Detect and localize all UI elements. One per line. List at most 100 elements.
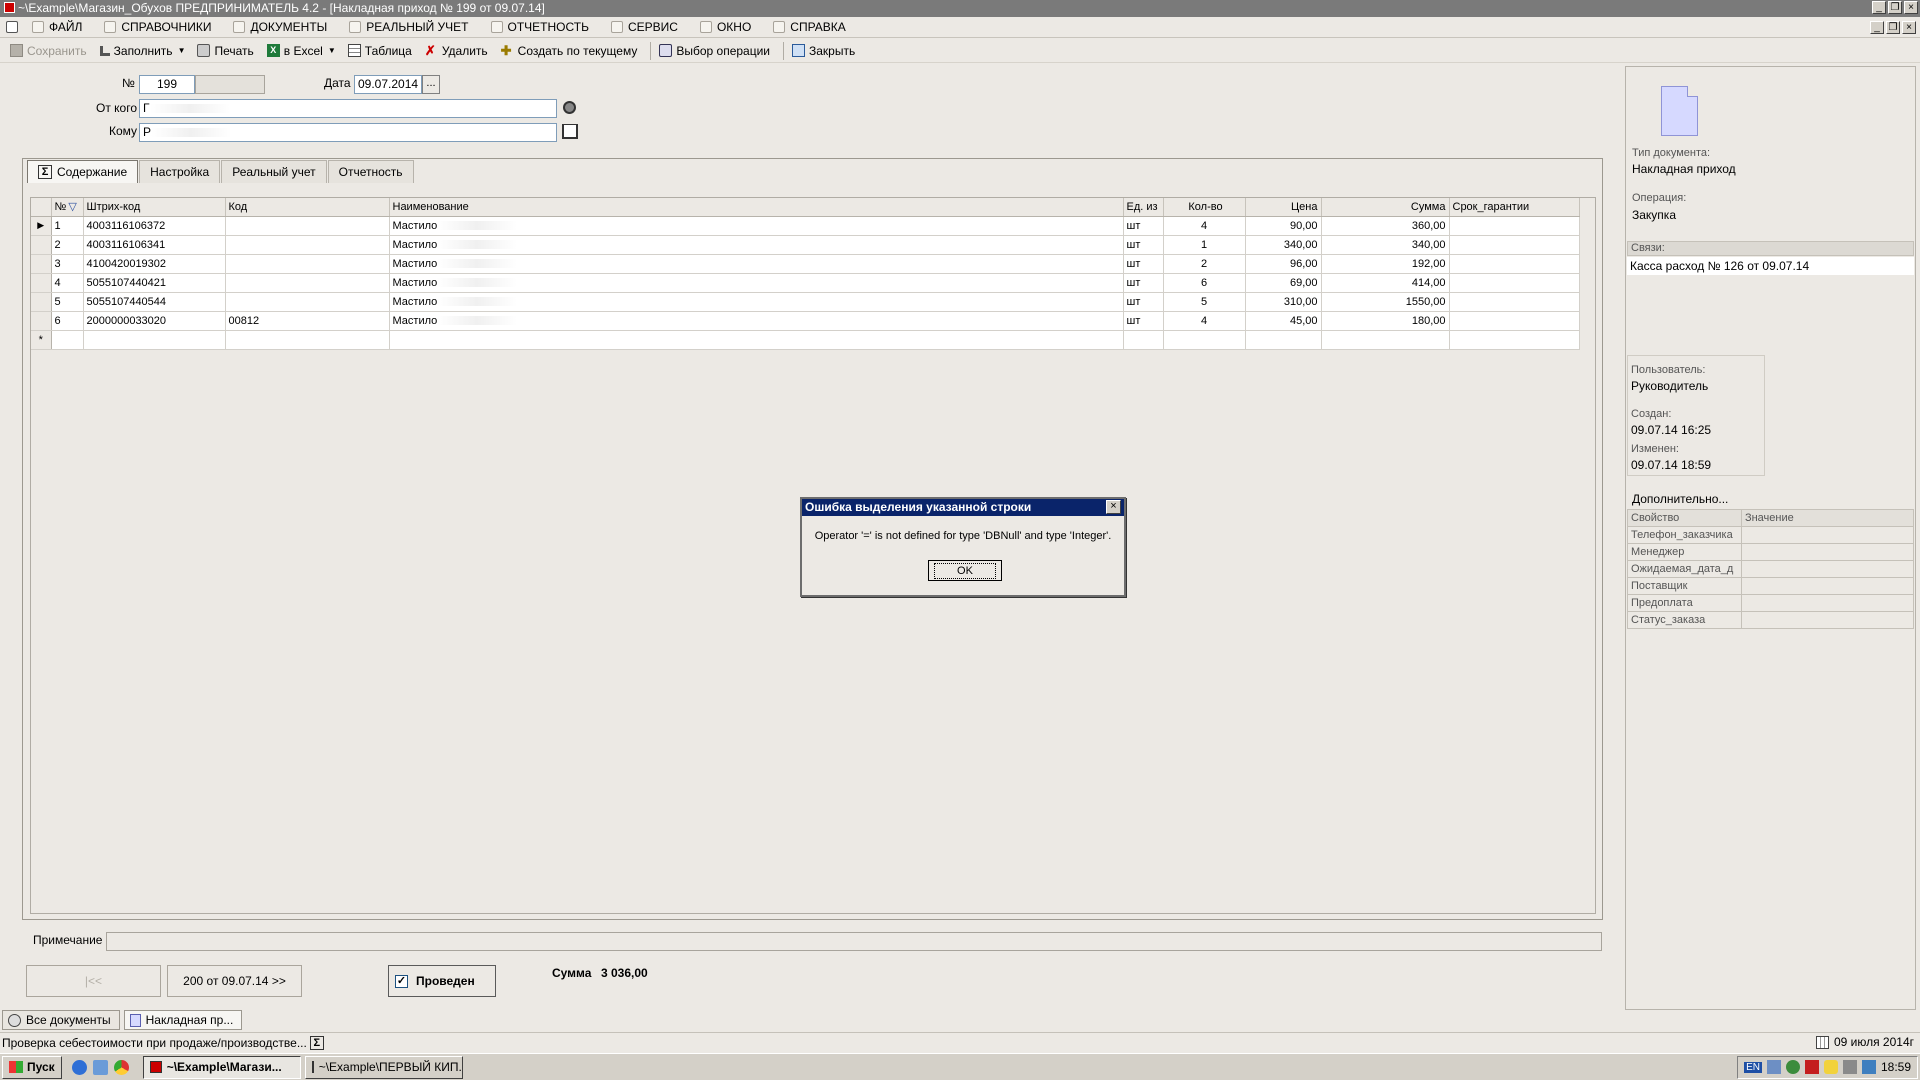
col-warranty[interactable]: Срок_гарантии: [1449, 198, 1580, 217]
choose-operation-button[interactable]: Выбор операции: [655, 41, 779, 61]
taskbar-app-magazin[interactable]: ~\Example\Магази...: [142, 1055, 301, 1079]
excel-button[interactable]: Xв Excel: [263, 41, 332, 61]
from-lookup-icon[interactable]: [563, 101, 576, 114]
cell-number[interactable]: 5: [51, 292, 84, 312]
cell-number[interactable]: 4: [51, 273, 84, 293]
status-sigma-icon[interactable]: Σ: [309, 1035, 324, 1050]
explorer-icon[interactable]: [92, 1059, 108, 1075]
new-row-cell[interactable]: [83, 330, 226, 350]
new-row[interactable]: *: [31, 330, 1580, 350]
new-row-cell[interactable]: [225, 330, 390, 350]
property-value[interactable]: [1740, 611, 1915, 629]
cell-sum[interactable]: 192,00: [1321, 254, 1450, 274]
cell-name[interactable]: Мастило: [389, 235, 1124, 255]
tab-content[interactable]: Σ Содержание: [27, 160, 139, 183]
cell-warranty[interactable]: [1449, 273, 1580, 293]
col-code[interactable]: Код: [225, 198, 390, 217]
more-link[interactable]: Дополнительно...: [1632, 492, 1728, 506]
cell-sum[interactable]: 360,00: [1321, 216, 1450, 236]
property-value[interactable]: [1740, 560, 1915, 578]
table-row[interactable]: ▶ 1 4003116106372 Мастило шт 4 90,00 360,00: [31, 216, 1580, 236]
fill-button[interactable]: Заполнить: [96, 41, 182, 61]
cell-barcode[interactable]: 4003116106372: [83, 216, 226, 236]
cell-unit[interactable]: шт: [1123, 254, 1164, 274]
cell-warranty[interactable]: [1449, 254, 1580, 274]
cell-unit[interactable]: шт: [1123, 273, 1164, 293]
minimize-button[interactable]: _: [1872, 1, 1886, 14]
new-row-cell[interactable]: [1163, 330, 1246, 350]
menu-window[interactable]: ОКНО: [692, 20, 765, 34]
cell-price[interactable]: 96,00: [1245, 254, 1322, 274]
link-item[interactable]: Касса расход № 126 от 09.07.14: [1627, 257, 1914, 275]
cell-qty[interactable]: 2: [1163, 254, 1246, 274]
menu-service[interactable]: СЕРВИС: [603, 20, 692, 34]
close-button[interactable]: Закрыть: [788, 41, 864, 61]
doc-tab-all[interactable]: Все документы: [2, 1010, 120, 1030]
cell-unit[interactable]: шт: [1123, 311, 1164, 331]
cell-sum[interactable]: 1550,00: [1321, 292, 1450, 312]
menu-reports[interactable]: ОТЧЕТНОСТЬ: [483, 20, 603, 34]
cell-code[interactable]: [225, 273, 390, 293]
cell-code[interactable]: [225, 254, 390, 274]
cell-price[interactable]: 69,00: [1245, 273, 1322, 293]
mdi-restore-button[interactable]: ❐: [1886, 20, 1900, 34]
new-row-cell[interactable]: [1123, 330, 1164, 350]
close-window-button[interactable]: ×: [1904, 1, 1918, 14]
property-row[interactable]: Поставщик: [1627, 577, 1915, 595]
row-selector[interactable]: [31, 311, 52, 331]
new-row-cell[interactable]: [51, 330, 84, 350]
new-row-cell[interactable]: [1321, 330, 1450, 350]
date-field[interactable]: 09.07.2014: [354, 75, 422, 94]
note-field[interactable]: [106, 932, 1602, 951]
cell-number[interactable]: 1: [51, 216, 84, 236]
cell-name[interactable]: Мастило: [389, 292, 1124, 312]
excel-dropdown-arrow[interactable]: ▼: [328, 46, 336, 55]
display-icon[interactable]: [1842, 1060, 1857, 1074]
posted-checkbox[interactable]: ✓ Проведен: [388, 965, 496, 997]
cell-price[interactable]: 90,00: [1245, 216, 1322, 236]
restore-button[interactable]: ❐: [1888, 1, 1902, 14]
from-field[interactable]: Г: [139, 99, 557, 118]
property-value[interactable]: [1740, 594, 1915, 612]
new-doc-icon[interactable]: [0, 21, 24, 33]
cell-barcode[interactable]: 2000000033020: [83, 311, 226, 331]
col-qty[interactable]: Кол-во: [1163, 198, 1246, 217]
cell-warranty[interactable]: [1449, 235, 1580, 255]
cell-code[interactable]: [225, 235, 390, 255]
cell-code[interactable]: [225, 216, 390, 236]
to-home-icon[interactable]: [562, 124, 578, 139]
menu-file[interactable]: ФАЙЛ: [24, 20, 96, 34]
pdf-icon[interactable]: [1804, 1060, 1819, 1074]
property-row[interactable]: Телефон_заказчика: [1627, 526, 1915, 544]
cell-warranty[interactable]: [1449, 216, 1580, 236]
property-value[interactable]: [1740, 543, 1915, 561]
cell-unit[interactable]: шт: [1123, 216, 1164, 236]
property-row[interactable]: Предоплата: [1627, 594, 1915, 612]
cell-qty[interactable]: 4: [1163, 311, 1246, 331]
create-from-current-button[interactable]: ✚ Создать по текущему: [497, 41, 647, 61]
cell-price[interactable]: 340,00: [1245, 235, 1322, 255]
dialog-ok-button[interactable]: OK: [928, 560, 1002, 581]
cell-warranty[interactable]: [1449, 311, 1580, 331]
col-name[interactable]: Наименование: [389, 198, 1124, 217]
doc-tab-invoice[interactable]: Накладная пр...: [123, 1010, 243, 1030]
network-icon[interactable]: [1766, 1060, 1781, 1074]
menu-documents[interactable]: ДОКУМЕНТЫ: [225, 20, 341, 34]
menu-help[interactable]: СПРАВКА: [765, 20, 860, 34]
start-button[interactable]: Пуск: [2, 1055, 62, 1079]
first-doc-button[interactable]: |<<: [26, 965, 161, 997]
print-button[interactable]: Печать: [193, 41, 262, 61]
ie-icon[interactable]: [71, 1059, 87, 1075]
dialog-close-button[interactable]: ×: [1106, 500, 1121, 514]
cell-name[interactable]: Мастило: [389, 216, 1124, 236]
next-doc-button[interactable]: 200 от 09.07.14 >>: [167, 965, 302, 997]
cell-barcode[interactable]: 5055107440544: [83, 292, 226, 312]
cell-barcode[interactable]: 5055107440421: [83, 273, 226, 293]
cell-qty[interactable]: 5: [1163, 292, 1246, 312]
mdi-minimize-button[interactable]: _: [1870, 20, 1884, 34]
table-row[interactable]: 4 5055107440421 Мастило шт 6 69,00 414,00: [31, 273, 1580, 293]
update-icon[interactable]: [1785, 1060, 1800, 1074]
tab-settings[interactable]: Настройка: [139, 160, 221, 183]
cell-number[interactable]: 3: [51, 254, 84, 274]
row-selector[interactable]: [31, 254, 52, 274]
